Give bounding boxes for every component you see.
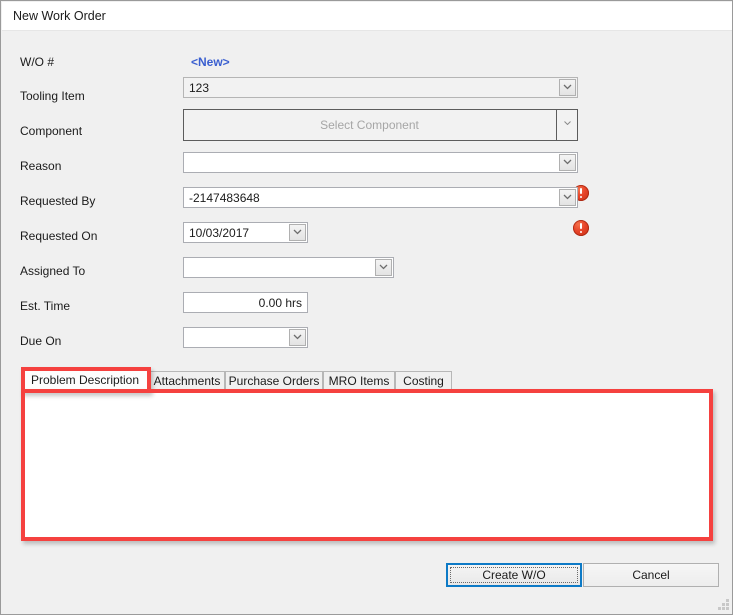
wo-number-value: <New>: [191, 55, 230, 69]
reason-dropdown-arrow-icon[interactable]: [559, 154, 576, 171]
tab-strip: Problem Description Attachments Purchase…: [21, 369, 713, 392]
new-work-order-window: New Work Order W/O # <New> Tooling Item …: [0, 0, 733, 615]
window-titlebar: New Work Order: [2, 2, 732, 31]
label-requested-on: Requested On: [20, 229, 98, 243]
dialog-client-area: W/O # <New> Tooling Item 123 Component S…: [2, 31, 732, 614]
tab-purchase-orders[interactable]: Purchase Orders: [225, 371, 323, 391]
tab-problem-description-label: Problem Description: [30, 373, 140, 387]
create-wo-button-label: Create W/O: [482, 568, 546, 582]
reason-combobox[interactable]: [183, 152, 578, 173]
requested-by-error-icon[interactable]: [573, 220, 589, 236]
due-on-datepicker[interactable]: [183, 327, 308, 348]
tab-problem-description[interactable]: Problem Description: [21, 369, 149, 392]
tooling-item-dropdown-arrow-icon[interactable]: [559, 79, 576, 96]
label-assigned-to: Assigned To: [20, 264, 86, 278]
label-tooling-item: Tooling Item: [20, 89, 85, 103]
component-dropdown-arrow-icon[interactable]: [556, 110, 577, 140]
assigned-to-combobox[interactable]: [183, 257, 394, 278]
problem-description-textarea[interactable]: [22, 391, 712, 537]
est-time-value: 0.00 hrs: [258, 296, 302, 310]
label-due-on: Due On: [20, 334, 62, 348]
requested-by-value: -2147483648: [189, 191, 260, 205]
tab-attachments-label: Attachments: [153, 374, 221, 388]
cancel-button-label: Cancel: [632, 568, 670, 582]
requested-on-datepicker[interactable]: 10/03/2017: [183, 222, 308, 243]
label-est-time: Est. Time: [20, 299, 71, 313]
work-order-tabcontrol: Problem Description Attachments Purchase…: [21, 369, 713, 565]
est-time-input[interactable]: 0.00 hrs: [183, 292, 308, 313]
tooling-item-combobox[interactable]: 123: [183, 77, 578, 98]
label-reason: Reason: [20, 159, 62, 173]
requested-by-dropdown-arrow-icon[interactable]: [559, 189, 576, 206]
tooling-item-value: 123: [189, 81, 210, 95]
cancel-button[interactable]: Cancel: [583, 563, 719, 587]
tab-purchase-orders-label: Purchase Orders: [228, 374, 320, 388]
label-requested-by: Requested By: [20, 194, 96, 208]
tab-page-problem-description: [21, 390, 713, 538]
tab-mro-items[interactable]: MRO Items: [323, 371, 395, 391]
tab-costing[interactable]: Costing: [395, 371, 452, 391]
requested-by-combobox[interactable]: -2147483648: [183, 187, 578, 208]
requested-on-dropdown-arrow-icon[interactable]: [289, 224, 306, 241]
resize-grip[interactable]: [717, 599, 730, 612]
component-placeholder-text: Select Component: [320, 118, 419, 132]
create-wo-button[interactable]: Create W/O: [446, 563, 582, 587]
tab-mro-items-label: MRO Items: [328, 374, 390, 388]
assigned-to-dropdown-arrow-icon[interactable]: [375, 259, 392, 276]
tab-attachments[interactable]: Attachments: [149, 371, 225, 391]
label-component: Component: [20, 124, 83, 138]
label-wo-number: W/O #: [20, 55, 55, 69]
component-selector[interactable]: Select Component: [183, 109, 578, 141]
tab-costing-label: Costing: [403, 374, 444, 388]
requested-on-value: 10/03/2017: [189, 226, 250, 240]
due-on-dropdown-arrow-icon[interactable]: [289, 329, 306, 346]
window-title: New Work Order: [13, 9, 106, 23]
